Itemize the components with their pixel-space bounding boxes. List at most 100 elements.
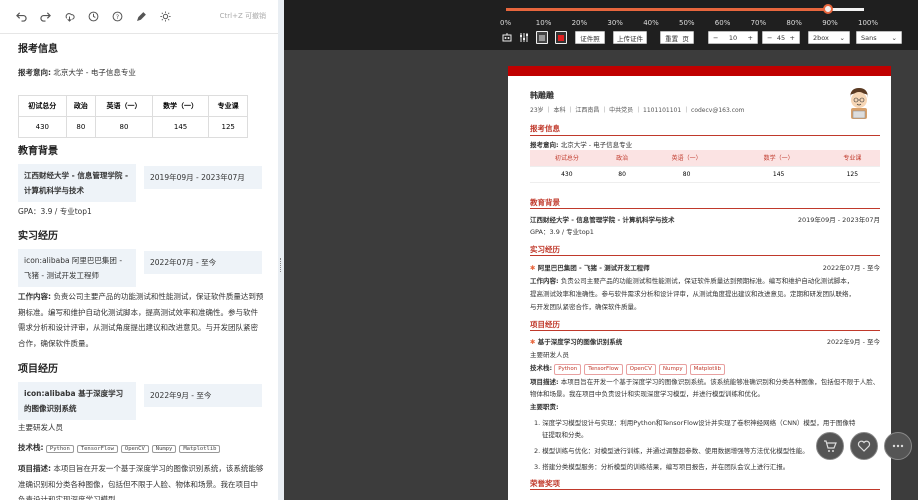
- intern-company-text: icon:alibaba 阿里巴巴集团 - 飞猪 - 测试开发工程师: [24, 256, 123, 280]
- theme-color-icon[interactable]: [536, 31, 548, 44]
- clock-icon[interactable]: [86, 10, 100, 24]
- resume-contrib-text: 深度学习模型设计与实现：利用Python和TensorFlow设计并实现了卷积神…: [542, 419, 856, 427]
- resume-intern-line2: 提高测试效率和准确性。参与软件需求分析和设计评审，从测试角度提出建议和改进意见。…: [530, 290, 855, 298]
- resume-intern-label: 工作内容:: [530, 277, 559, 285]
- line-height-value: 45: [776, 33, 786, 42]
- score-header: 数学（一）: [151, 95, 210, 117]
- resume-contrib-item: 1. 深度学习模型设计与实现：利用Python和TensorFlow设计并实现了…: [534, 419, 856, 427]
- drag-handle-icon[interactable]: [280, 258, 282, 272]
- resume-heading-intern: 实习经历: [530, 245, 560, 254]
- info-degree: 本科: [553, 107, 566, 114]
- editor-toolbar: ? Ctrl+Z 可撤销: [0, 0, 278, 34]
- resume-proj-name-text: 基于深度学习的图像识别系统: [537, 338, 623, 346]
- zoom-tick-label: 20%: [571, 19, 588, 27]
- redo-icon[interactable]: [38, 10, 52, 24]
- score-value: 145: [151, 116, 210, 138]
- download-icon[interactable]: [62, 10, 76, 24]
- heart-icon[interactable]: [850, 432, 878, 460]
- resume-heading-proj: 项目经历: [530, 320, 560, 329]
- line-height-select[interactable]: −45 +: [762, 31, 800, 44]
- heading-intern: 实习经历: [18, 231, 58, 242]
- zoom-slider[interactable]: [506, 4, 864, 14]
- tech-label: 技术栈:: [18, 443, 44, 452]
- info-age: 23岁: [530, 107, 544, 114]
- resume-score-header: 政治: [603, 150, 641, 167]
- resume-name: 韩雕雕: [530, 91, 554, 100]
- svg-text:?: ?: [115, 13, 118, 21]
- score-header: 英语（一）: [95, 95, 153, 117]
- zoom-tick-label: 30%: [607, 19, 623, 27]
- score-value: 430: [18, 116, 67, 138]
- heading-rule: [530, 255, 880, 256]
- info-city: 江西南昌: [575, 107, 600, 114]
- edu-date: 2019年09月 - 2023年07月: [144, 166, 262, 189]
- apply-label: 报考意向:: [18, 68, 51, 77]
- heading-edu: 教育背景: [18, 146, 58, 157]
- line-minus-icon: −: [767, 33, 773, 42]
- info-phone: 1101101101: [643, 107, 682, 114]
- resume-score-value: 80: [640, 166, 733, 183]
- resume-proj-desc1: 项目描述: 本项目旨在开发一个基于深度学习的图像识别系统。该系统能够准确识别和分…: [530, 376, 879, 386]
- resume-proj-name: ✱ 基于深度学习的图像识别系统: [530, 336, 622, 346]
- resume-proj-desc2: 物体和场景。我在项目中负责设计和实现深度学习模型，并进行模型训练和优化。: [530, 390, 764, 398]
- resume-score-value-row: 430 80 80 145 125: [530, 166, 880, 183]
- resume-contrib-text: 搭建分类模型服务：分析模型的训练结果，编写项目报告，并在团队会议上进行汇报。: [542, 463, 790, 471]
- resume-info: 23岁 ｜ 本科 ｜ 江西南昌 ｜ 中共党员 ｜ 1101101101 ｜ co…: [530, 107, 745, 114]
- heading-rule: [530, 208, 880, 209]
- resume-apply-label: 报考意向:: [530, 141, 559, 149]
- resume-intern-company: ✱ 阿里巴巴集团 - 飞猪 - 测试开发工程师: [530, 262, 650, 272]
- more-icon[interactable]: [884, 432, 912, 460]
- apply-value: 北京大学 - 电子信息专业: [53, 68, 136, 77]
- intern-label: 工作内容:: [18, 292, 51, 301]
- photo-button[interactable]: 证件照: [575, 31, 605, 44]
- pen-icon[interactable]: [134, 10, 148, 24]
- font-size-select[interactable]: −10 +: [708, 31, 758, 44]
- resume-score-value: 430: [530, 166, 604, 183]
- zoom-select-value: 2box: [813, 33, 829, 42]
- upload-photo-button[interactable]: 上传证件: [613, 31, 647, 44]
- zoom-select[interactable]: 2box ⌄: [808, 31, 850, 44]
- resume-proj-desc-text1: 本项目旨在开发一个基于深度学习的图像识别系统。该系统能够准确识别和分类各种图像，…: [560, 378, 880, 386]
- resume-score-value: 125: [824, 166, 880, 183]
- resume-heading-apply: 报考信息: [530, 124, 560, 133]
- accent-color-icon[interactable]: [555, 31, 567, 44]
- zoom-tick-label: 0%: [500, 19, 512, 27]
- font-select[interactable]: Sans ⌄: [856, 31, 902, 44]
- resume-tech-tag: Numpy: [658, 364, 687, 375]
- app: ? Ctrl+Z 可撤销 报考信息 报考意向: 北京大学 - 电子信息专业 初试…: [0, 0, 918, 500]
- score-header-row: 初试总分 政治 英语（一） 数学（一） 专业课: [18, 95, 248, 117]
- proj-desc-label: 项目描述:: [18, 464, 51, 473]
- cart-icon[interactable]: [816, 432, 844, 460]
- font-select-value: Sans: [861, 33, 877, 42]
- score-value-row: 430 80 80 145 125: [18, 116, 248, 138]
- zoom-tick-label: 70%: [750, 19, 767, 27]
- resume-top-bar: [508, 66, 891, 76]
- tech-tag: OpenCV: [120, 445, 149, 453]
- score-header: 专业课: [208, 95, 248, 117]
- proj-role: 主要研发人员: [18, 423, 63, 432]
- adjust-icon[interactable]: [518, 31, 530, 44]
- resume-contrib-cont: 征提取和分类。: [542, 431, 588, 439]
- resume-proj-date: 2022年9月 - 至今: [826, 338, 880, 346]
- resume-heading-award: 荣誉奖项: [530, 479, 560, 488]
- resume-apply-value: 北京大学 - 电子信息专业: [560, 141, 633, 149]
- resume-contrib-text: 模型训练与优化：对模型进行训练，并通过调整超参数、使用数据增强等方法优化模型性能…: [542, 447, 809, 455]
- robot-icon[interactable]: [501, 31, 513, 44]
- heading-apply: 报考信息: [18, 44, 58, 55]
- help-icon[interactable]: ?: [110, 10, 124, 24]
- resume-tech-tag: TensorFlow: [584, 364, 623, 375]
- reset-label: 重置: [665, 34, 679, 43]
- resume-intern-text1: 负责公司主要产品的功能测试和性能测试，保证软件质量达到预期标准。编写和维护自动化…: [560, 277, 854, 285]
- resume-score-header: 数学（一）: [732, 150, 825, 167]
- resume-intern-line1: 工作内容: 负责公司主要产品的功能测试和性能测试，保证软件质量达到预期标准。编写…: [530, 275, 853, 285]
- intern-text: 负责公司主要产品的功能测试和性能测试，保证软件质量达到预期标准。编写和维护自动化…: [18, 292, 264, 348]
- proj-desc-text: 本项目旨在开发一个基于深度学习的图像识别系统，该系统能够准确识别和分类各种图像，…: [18, 464, 264, 500]
- intern-desc: 工作内容: 负责公司主要产品的功能测试和性能测试，保证软件质量达到预期标准。编写…: [18, 289, 264, 351]
- resume-tech-tag: Python: [554, 364, 582, 375]
- alibaba-icon: ✱: [530, 338, 536, 346]
- reset-button[interactable]: 重置 页: [660, 31, 694, 44]
- avatar: [850, 88, 868, 119]
- resume-score-header-row: 初试总分 政治 英语（一） 数学（一） 专业课: [530, 150, 880, 167]
- undo-icon[interactable]: [14, 10, 28, 24]
- theme-icon[interactable]: [158, 10, 172, 24]
